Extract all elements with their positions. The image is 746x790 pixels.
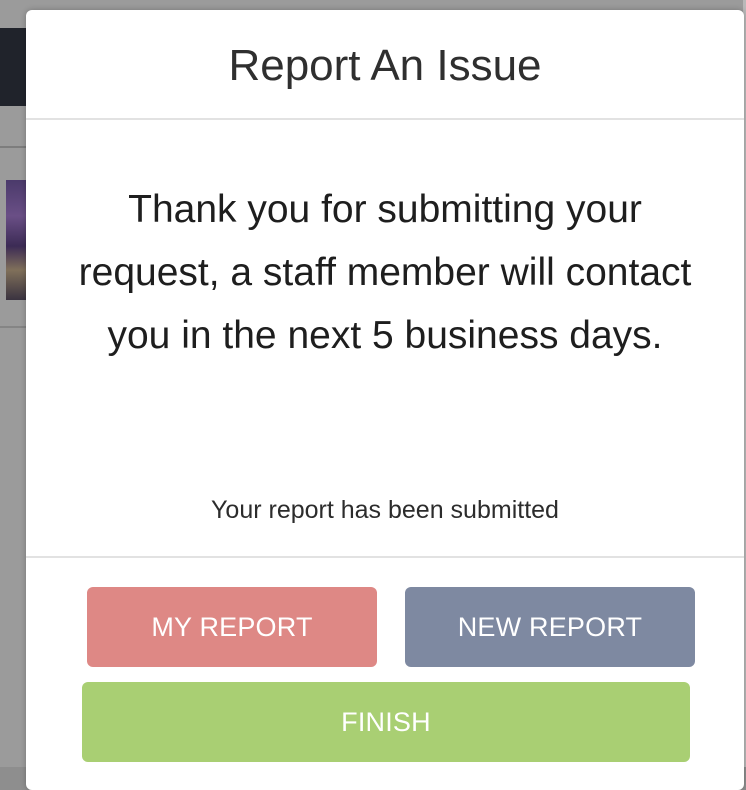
confirmation-message: Thank you for submitting your request, a… — [78, 188, 692, 357]
finish-button[interactable]: FINISH — [82, 682, 690, 762]
modal-header: Report An Issue — [26, 10, 744, 120]
submission-status: Your report has been submitted — [211, 496, 559, 524]
my-report-button[interactable]: MY REPORT — [87, 587, 377, 667]
report-issue-modal: Report An Issue Thank you for submitting… — [26, 10, 744, 790]
modal-title: Report An Issue — [228, 41, 542, 90]
new-report-button[interactable]: NEW REPORT — [405, 587, 695, 667]
modal-body: Thank you for submitting your request, a… — [26, 120, 744, 558]
